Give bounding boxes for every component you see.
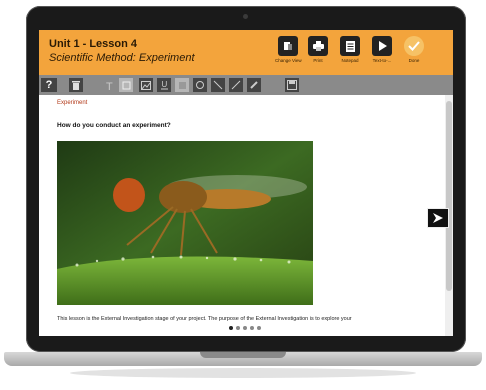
pen-icon <box>250 81 258 89</box>
trash-button[interactable] <box>69 78 83 92</box>
image-tool-icon <box>141 80 151 90</box>
section-question: How do you conduct an experiment? <box>57 122 171 129</box>
circle-icon <box>196 81 204 89</box>
laptop-camera <box>243 14 248 19</box>
change-view-button[interactable]: Change View <box>275 36 302 63</box>
circle-tool-button[interactable] <box>193 78 207 92</box>
text-tool-button[interactable]: T <box>103 78 117 92</box>
page-indicator <box>229 326 261 330</box>
help-button[interactable]: ? <box>41 78 57 92</box>
image-tool-button[interactable] <box>139 78 153 92</box>
svg-text:T: T <box>106 81 113 91</box>
lesson-subtitle: Scientific Method: Experiment <box>49 52 195 64</box>
scrollbar-thumb[interactable] <box>446 101 452 291</box>
slash-tool-button[interactable] <box>229 78 243 92</box>
line-icon <box>213 80 223 90</box>
save-button[interactable] <box>285 78 299 92</box>
slash-icon <box>231 80 241 90</box>
change-view-label: Change View <box>275 58 302 63</box>
line-tool-button[interactable] <box>211 78 225 92</box>
done-label: Done <box>408 58 420 63</box>
breadcrumb: Experiment <box>57 100 88 106</box>
text-to-speech-label: Text-to-... <box>372 58 392 63</box>
svg-text:U: U <box>161 80 167 89</box>
annotation-toolbar: ? T U <box>39 75 453 95</box>
hoverfly-photo <box>57 141 313 305</box>
page-dot[interactable] <box>229 326 233 330</box>
done-button[interactable]: Done <box>401 36 427 63</box>
page-dot[interactable] <box>257 326 261 330</box>
notepad-icon <box>345 40 355 52</box>
page-dot[interactable] <box>243 326 247 330</box>
print-button[interactable]: Print <box>305 36 331 63</box>
trash-icon <box>72 81 80 90</box>
save-icon <box>287 80 297 90</box>
text-tool-icon: T <box>106 81 113 91</box>
text-to-speech-button[interactable]: Text-to-... <box>369 36 395 63</box>
print-label: Print <box>313 58 323 63</box>
underline-icon: U <box>160 80 168 90</box>
laptop-screen: Unit 1 - Lesson 4 Scientific Method: Exp… <box>39 30 453 336</box>
highlight-button[interactable] <box>175 78 189 92</box>
laptop-notch <box>200 352 286 358</box>
notepad-label: Notepad <box>341 58 359 63</box>
lesson-paragraph: This lesson is the External Investigatio… <box>57 316 352 322</box>
play-icon <box>378 41 387 51</box>
box-tool-button[interactable] <box>119 78 133 92</box>
lesson-title: Unit 1 - Lesson 4 <box>49 38 138 50</box>
checkmark-icon <box>408 41 420 51</box>
lesson-header: Unit 1 - Lesson 4 Scientific Method: Exp… <box>39 30 453 75</box>
change-view-icon <box>284 42 292 50</box>
page-dot[interactable] <box>250 326 254 330</box>
print-icon <box>312 41 324 51</box>
laptop-shadow <box>70 368 416 378</box>
lesson-content: Experiment How do you conduct an experim… <box>39 95 445 336</box>
underline-button[interactable]: U <box>157 78 171 92</box>
page-dot[interactable] <box>236 326 240 330</box>
box-tool-icon <box>122 81 130 89</box>
highlight-icon <box>178 81 186 89</box>
pen-tool-button[interactable] <box>247 78 261 92</box>
next-page-button[interactable] <box>427 208 449 228</box>
next-arrow-icon <box>433 213 443 223</box>
notepad-button[interactable]: Notepad <box>337 36 363 63</box>
